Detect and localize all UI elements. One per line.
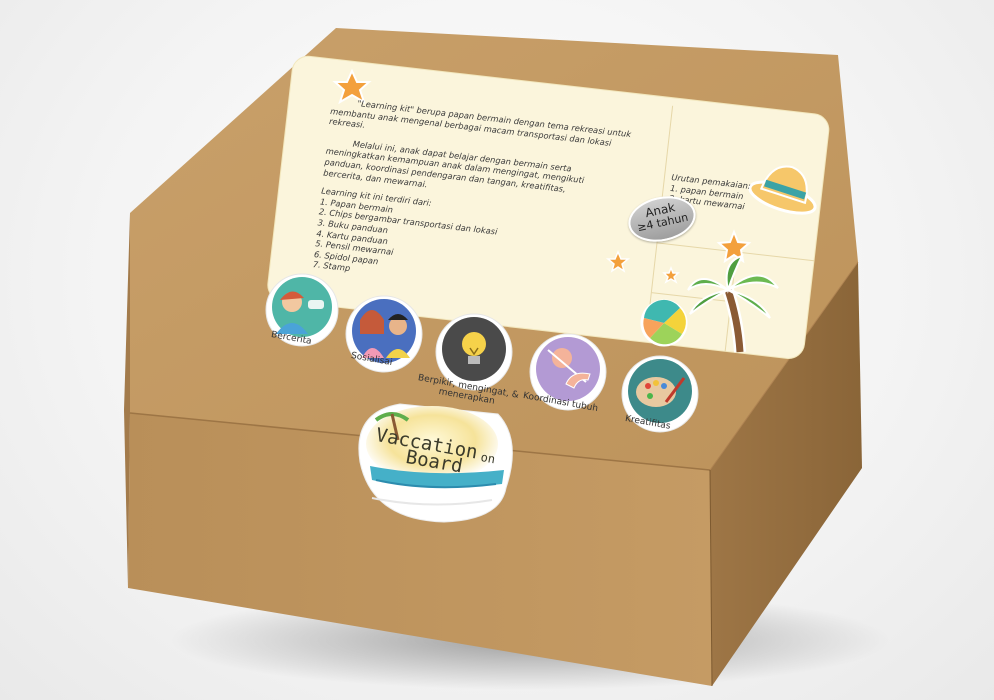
beach-ball-icon [640, 299, 688, 347]
logo-word-2: on [479, 450, 497, 467]
lightbulb-icon [462, 332, 486, 356]
scene [124, 28, 890, 690]
info-text-left: "Learning kit" berupa papan bermain deng… [312, 98, 631, 304]
